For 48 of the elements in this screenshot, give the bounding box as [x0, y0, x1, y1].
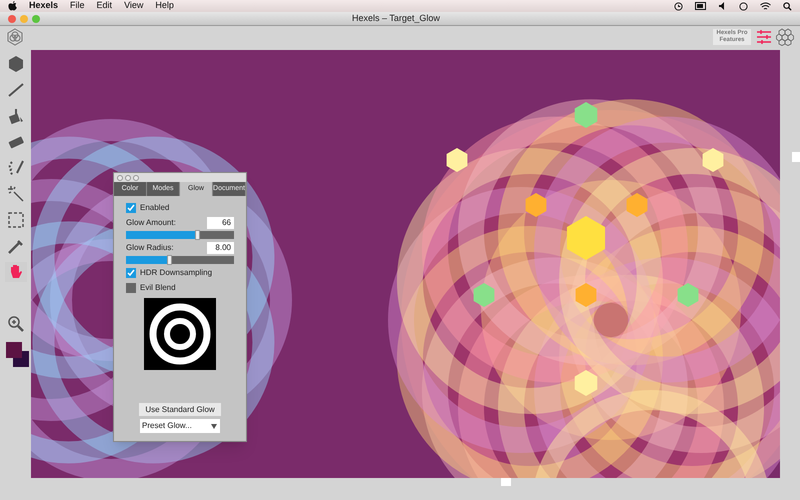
- sliders-icon[interactable]: [756, 29, 772, 45]
- line-icon: [6, 81, 24, 99]
- checkbox[interactable]: [126, 203, 136, 213]
- time-machine-icon[interactable]: [674, 2, 683, 10]
- slider-thumb[interactable]: [167, 255, 172, 265]
- scroll-marker[interactable]: [792, 152, 800, 162]
- wifi-icon[interactable]: [760, 2, 771, 10]
- use-standard-glow-button[interactable]: Use Standard Glow: [139, 403, 221, 416]
- apple-logo-icon[interactable]: [8, 1, 17, 11]
- preset-dropdown[interactable]: Preset Glow...: [140, 419, 220, 433]
- slider-label: Glow Amount:: [126, 217, 176, 229]
- volume-icon[interactable]: [719, 2, 727, 10]
- lasso-brush-icon: [6, 159, 24, 177]
- close-button[interactable]: [8, 14, 16, 22]
- foreground-color-swatch[interactable]: [6, 342, 22, 358]
- hexagon-flower-logo-icon[interactable]: [6, 28, 24, 46]
- app-menu[interactable]: Hexels: [29, 0, 58, 13]
- menu-item[interactable]: View: [124, 0, 144, 13]
- checkbox-label: HDR Downsampling: [140, 267, 212, 279]
- slider-thumb[interactable]: [195, 230, 200, 240]
- marquee-select-icon: [6, 211, 24, 229]
- hexagon-icon: [6, 55, 24, 73]
- hexagon-grid-icon[interactable]: [776, 28, 794, 46]
- checkbox-label: Evil Blend: [140, 282, 176, 294]
- slider-track[interactable]: [126, 256, 234, 264]
- checkbox[interactable]: [126, 283, 136, 293]
- slider-label: Glow Radius:: [126, 242, 174, 254]
- scroll-marker[interactable]: [501, 478, 511, 486]
- magic-wand-icon: [6, 185, 24, 203]
- slider-track[interactable]: [126, 231, 234, 239]
- clock-icon[interactable]: [739, 2, 748, 10]
- zoom-icon: [6, 315, 24, 333]
- value-field[interactable]: 66: [207, 217, 234, 229]
- eyedropper-icon: [6, 237, 24, 255]
- value-field[interactable]: 8.00: [207, 242, 234, 254]
- checkbox-label: Enabled: [140, 202, 170, 214]
- menu-item[interactable]: Help: [155, 0, 174, 13]
- battery-icon[interactable]: [695, 2, 707, 10]
- paint-bucket-icon: [6, 107, 24, 125]
- window-title: Hexels – Target_Glow: [351, 12, 441, 25]
- tool-button[interactable]: [4, 262, 26, 282]
- search-icon[interactable]: [783, 2, 792, 10]
- glow-shape-preview: [144, 298, 216, 370]
- dropdown-caret-icon: [211, 424, 217, 428]
- menu-item[interactable]: File: [70, 0, 85, 13]
- background-color-swatch[interactable]: [12, 351, 28, 367]
- checkbox[interactable]: [126, 268, 136, 278]
- menu-item[interactable]: Edit: [96, 0, 112, 13]
